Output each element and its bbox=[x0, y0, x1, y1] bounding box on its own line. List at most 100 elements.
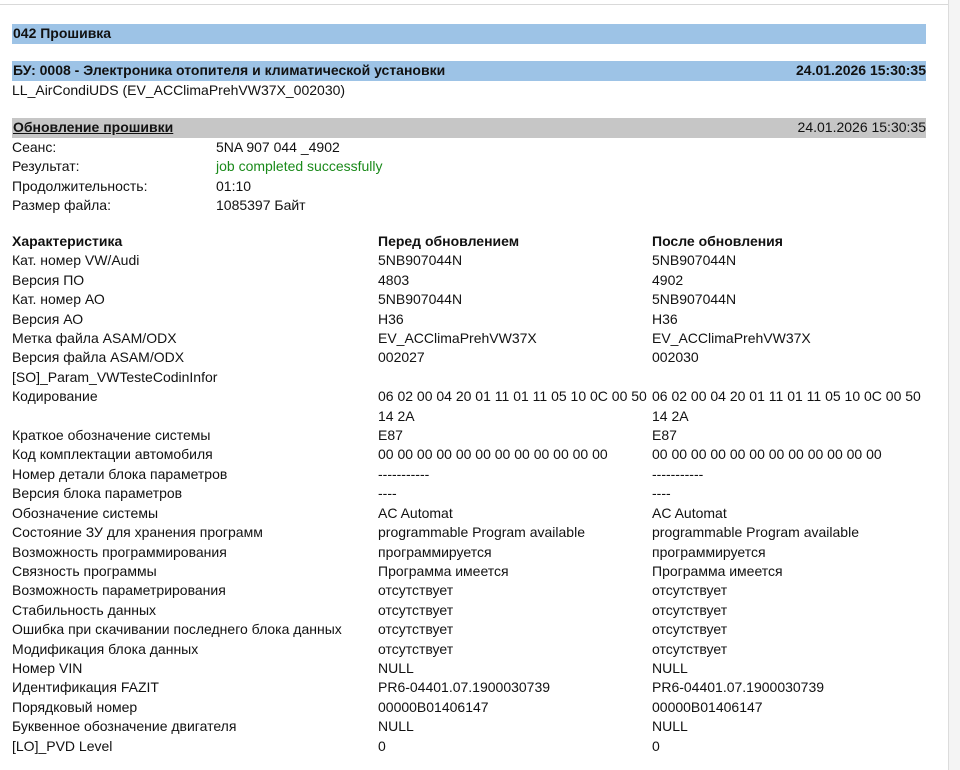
cell-characteristic: Кат. номер АО bbox=[12, 291, 105, 308]
cell-after bbox=[652, 368, 926, 387]
table-row: Порядковый номер 00000B01406147 00000B0140… bbox=[12, 698, 926, 717]
table-row: Кат. номер АО 5NB907044N 5NB907044N bbox=[12, 290, 926, 309]
cell-after: 5NB907044N bbox=[652, 291, 737, 308]
cell-before: EV_ACClimaPrehVW37X bbox=[378, 330, 537, 347]
table-row: Кат. номер VW/Audi 5NB907044N 5NB907044N bbox=[12, 251, 926, 270]
cell-after: программируется bbox=[652, 543, 766, 560]
result-status: job completed successfully bbox=[216, 158, 383, 175]
cell-before bbox=[378, 368, 652, 387]
cell-characteristic: Модификация блока данных bbox=[12, 640, 199, 657]
cell-before: E87 bbox=[378, 427, 403, 444]
cell-characteristic: [SO]_Param_VWTesteCodinInfor bbox=[12, 368, 218, 385]
cell-characteristic: Версия файла ASAM/ODX bbox=[12, 349, 185, 366]
column-header-before: Перед обновлением bbox=[378, 233, 520, 249]
cell-after: ---- bbox=[652, 485, 671, 502]
cell-before: 06 02 00 04 20 01 11 01 11 05 10 0C 00 5… bbox=[378, 388, 647, 424]
cell-after: 0 bbox=[652, 737, 660, 754]
cell-after: 002030 bbox=[652, 349, 699, 366]
table-row: Стабильность данных отсутствует отсутствуе… bbox=[12, 601, 926, 620]
cell-before: NULL bbox=[378, 718, 414, 735]
detail-row-result: Результат: job completed successfully bbox=[12, 157, 612, 176]
cell-before: 0 bbox=[378, 737, 386, 754]
table-row: Связность программы Программа имеется Прог… bbox=[12, 562, 926, 581]
cell-after: AC Automat bbox=[652, 504, 727, 521]
cell-before: NULL bbox=[378, 659, 414, 676]
table-row: Версия АО H36 H36 bbox=[12, 310, 926, 329]
cell-before: отсутствует bbox=[378, 601, 454, 618]
cell-before: ----------- bbox=[378, 465, 430, 482]
update-details: Сеанс: 5NA 907 044 _4902 Результат: job … bbox=[12, 138, 612, 216]
detail-row-filesize: Размер файла: 1085397 Байт bbox=[12, 196, 612, 215]
cell-before: 00 00 00 00 00 00 00 00 00 00 00 00 bbox=[378, 446, 608, 463]
column-header-after: После обновления bbox=[652, 233, 783, 249]
cell-after: Программа имеется bbox=[652, 562, 783, 579]
cell-characteristic: Номер VIN bbox=[12, 659, 83, 676]
cell-before: отсутствует bbox=[378, 582, 454, 599]
table-row: Состояние ЗУ для хранения программ progra… bbox=[12, 523, 926, 542]
detail-label: Размер файла: bbox=[12, 197, 111, 214]
cell-after: 4902 bbox=[652, 271, 684, 288]
cell-before: отсутствует bbox=[378, 640, 454, 657]
detail-row-session: Сеанс: 5NA 907 044 _4902 bbox=[12, 138, 612, 157]
cell-characteristic: Кодирование bbox=[12, 388, 98, 405]
cell-before: 4803 bbox=[378, 271, 410, 288]
cell-before: 00000B01406147 bbox=[378, 698, 489, 715]
cell-after: E87 bbox=[652, 427, 677, 444]
cell-characteristic: Буквенное обозначение двигателя bbox=[12, 718, 237, 735]
section-header: 042 Прошивка bbox=[12, 24, 926, 44]
cell-characteristic: Кат. номер VW/Audi bbox=[12, 252, 140, 269]
ecu-dataset: LL_AirCondiUDS (EV_ACClimaPrehVW37X_0020… bbox=[12, 82, 346, 98]
table-row: Возможность параметрирования отсутствует о… bbox=[12, 581, 926, 600]
table-row: [SO]_Param_VWTesteCodinInfor bbox=[12, 368, 926, 387]
table-row: Версия блока параметров ---- ---- bbox=[12, 484, 926, 503]
cell-before: 5NB907044N bbox=[378, 252, 463, 269]
table-row: Модификация блока данных отсутствует отсут… bbox=[12, 640, 926, 659]
table-row: Версия ПО 4803 4902 bbox=[12, 271, 926, 290]
table-row: Возможность программирования программируе… bbox=[12, 543, 926, 562]
table-row: Версия файла ASAM/ODX 002027 002030 bbox=[12, 348, 926, 367]
table-row: Идентификация FAZIT PR6-04401.07.19000307… bbox=[12, 678, 926, 697]
cell-after: EV_ACClimaPrehVW37X bbox=[652, 330, 811, 347]
cell-characteristic: Связность программы bbox=[12, 562, 157, 579]
table-row: Ошибка при скачивании последнего блока д… bbox=[12, 620, 926, 639]
cell-characteristic: Порядковый номер bbox=[12, 698, 138, 715]
cell-after: ----------- bbox=[652, 465, 704, 482]
column-header-characteristic: Характеристика bbox=[12, 233, 123, 249]
detail-label: Продолжительность: bbox=[12, 177, 148, 194]
cell-before: H36 bbox=[378, 310, 404, 327]
cell-before: ---- bbox=[378, 485, 397, 502]
cell-after: programmable Program available bbox=[652, 524, 859, 541]
detail-value: 5NA 907 044 _4902 bbox=[216, 139, 340, 155]
cell-after: отсутствует bbox=[652, 640, 728, 657]
cell-characteristic: [LO]_PVD Level bbox=[12, 737, 113, 754]
cell-after: отсутствует bbox=[652, 621, 728, 638]
update-title: Обновление прошивки bbox=[13, 119, 174, 136]
cell-after: 5NB907044N bbox=[652, 252, 737, 269]
detail-label: Результат: bbox=[12, 158, 80, 175]
table-body: Кат. номер VW/Audi 5NB907044N 5NB907044N Ве… bbox=[12, 251, 926, 756]
cell-after: 00000B01406147 bbox=[652, 698, 763, 715]
table-row: Обозначение системы AC Automat AC Automat bbox=[12, 504, 926, 523]
characteristics-table: Характеристика Перед обновлением После о… bbox=[12, 232, 926, 756]
table-row: Метка файла ASAM/ODX EV_ACClimaPrehVW37X E… bbox=[12, 329, 926, 348]
cell-characteristic: Номер детали блока параметров bbox=[12, 465, 228, 482]
update-header: Обновление прошивки 24.01.2026 15:30:35 bbox=[12, 118, 926, 138]
cell-before: программируется bbox=[378, 543, 492, 560]
table-row: [LO]_PVD Level 0 0 bbox=[12, 737, 926, 756]
cell-characteristic: Версия ПО bbox=[12, 271, 85, 288]
cell-characteristic: Возможность программирования bbox=[12, 543, 227, 560]
section-title: 042 Прошивка bbox=[13, 25, 112, 42]
window-top-edge bbox=[0, 0, 948, 5]
cell-before: AC Automat bbox=[378, 504, 453, 521]
cell-after: 00 00 00 00 00 00 00 00 00 00 00 00 bbox=[652, 446, 882, 463]
table-row: Буквенное обозначение двигателя NULL NULL bbox=[12, 717, 926, 736]
vertical-scrollbar[interactable] bbox=[948, 0, 960, 770]
table-row: Кодирование 06 02 00 04 20 01 11 01 11 05… bbox=[12, 387, 926, 426]
cell-characteristic: Метка файла ASAM/ODX bbox=[12, 330, 177, 347]
ecu-header: БУ: 0008 - Электроника отопителя и клима… bbox=[12, 61, 926, 81]
detail-value: 01:10 bbox=[216, 177, 252, 194]
cell-before: Программа имеется bbox=[378, 562, 509, 579]
cell-characteristic: Возможность параметрирования bbox=[12, 582, 226, 599]
cell-before: PR6-04401.07.1900030739 bbox=[378, 679, 551, 696]
cell-after: PR6-04401.07.1900030739 bbox=[652, 679, 825, 696]
